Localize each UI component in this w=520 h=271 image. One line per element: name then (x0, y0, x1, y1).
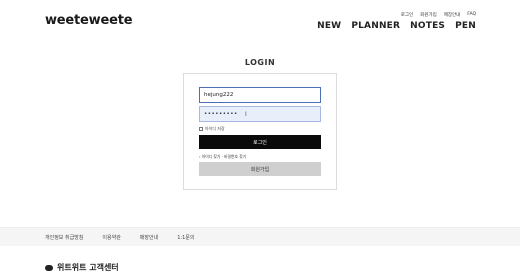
password-value: ••••••••• (204, 111, 238, 117)
footer-link-stores[interactable]: 매장안내 (140, 234, 158, 241)
footer-links: 개인정보 취급방침 이용약관 매장안내 1:1문의 (45, 234, 194, 241)
utility-nav: 로그인 회원가입 매장안내 FAQ (401, 12, 476, 18)
main-nav-new[interactable]: NEW (317, 21, 341, 31)
username-value: hejung222 (204, 92, 234, 98)
util-nav-join[interactable]: 회원가입 (420, 12, 437, 18)
find-account-links[interactable]: › 아이디 찾기 · 비밀번호 찾기 (199, 154, 246, 160)
footer-bar: 개인정보 취급방침 이용약관 매장안내 1:1문의 (0, 227, 520, 246)
footer-link-terms[interactable]: 이용약관 (102, 234, 120, 241)
footer-link-privacy[interactable]: 개인정보 취급방침 (45, 234, 83, 241)
site-logo[interactable]: weeteweete (45, 13, 133, 28)
remember-id-label: 아이디 저장 (205, 126, 225, 131)
join-button[interactable]: 회원가입 (199, 162, 321, 176)
footer-link-inquiry[interactable]: 1:1문의 (177, 234, 194, 241)
remember-id-checkbox[interactable] (199, 127, 203, 131)
remember-id[interactable]: 아이디 저장 (199, 126, 225, 132)
customer-center-label: 위트위트 고객센터 (57, 263, 119, 271)
page: weeteweete 로그인 회원가입 매장안내 FAQ NEW PLANNER… (0, 0, 520, 271)
chat-bubble-icon (45, 264, 53, 271)
login-title: LOGIN (244, 58, 276, 67)
main-nav: NEW PLANNER NOTES PEN (317, 21, 476, 31)
text-cursor-icon: I (245, 111, 248, 118)
password-input[interactable]: ••••••••• I (199, 106, 321, 122)
util-nav-login[interactable]: 로그인 (401, 12, 413, 18)
username-input[interactable]: hejung222 (199, 87, 321, 103)
util-nav-faq[interactable]: FAQ (467, 12, 476, 18)
main-nav-pen[interactable]: PEN (455, 21, 476, 31)
login-button[interactable]: 로그인 (199, 135, 321, 149)
customer-center-title: 위트위트 고객센터 (45, 262, 119, 271)
login-form: hejung222 ••••••••• I 아이디 저장 로그인 › 아이디 찾… (183, 73, 337, 190)
util-nav-stores[interactable]: 매장안내 (444, 12, 461, 18)
main-nav-notes[interactable]: NOTES (410, 21, 445, 31)
main-nav-planner[interactable]: PLANNER (351, 21, 400, 31)
